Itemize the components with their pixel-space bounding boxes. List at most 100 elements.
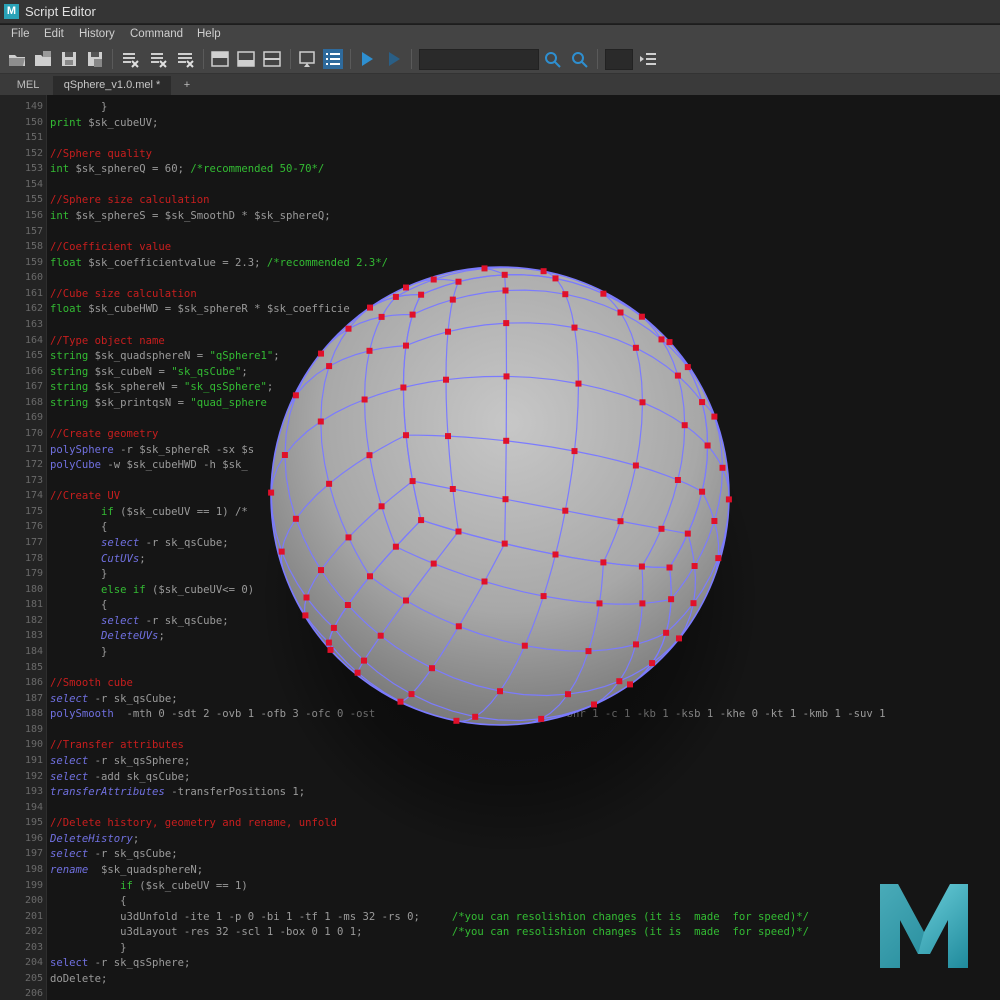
vertex-point — [715, 555, 722, 562]
vertex-point — [562, 291, 569, 298]
vertex-point — [445, 328, 451, 335]
vertex-point — [409, 311, 416, 318]
vertex-point — [455, 623, 462, 630]
vertex-point — [633, 641, 639, 648]
vertex-point — [278, 548, 285, 555]
vertex-point — [627, 681, 633, 688]
vertex-point — [616, 678, 623, 685]
vertex-point — [690, 600, 697, 607]
vertex-point — [449, 486, 456, 492]
vertex-point — [658, 525, 665, 532]
vertex-point — [443, 376, 449, 383]
vertex-point — [366, 347, 373, 354]
vertex-point — [418, 517, 425, 524]
vertex-point — [552, 275, 559, 282]
vertex-point — [326, 363, 333, 370]
vertex-point — [392, 293, 399, 300]
vertex-point — [445, 433, 451, 440]
vertex-point — [344, 602, 351, 608]
vertex-point — [596, 600, 603, 607]
vertex-point — [378, 313, 385, 320]
vertex-point — [571, 448, 578, 455]
vertex-point — [449, 296, 456, 303]
vertex-point — [378, 503, 385, 510]
vertex-point — [719, 464, 726, 471]
vertex-point — [617, 309, 624, 316]
vertex-point — [684, 530, 691, 537]
vertex-point — [292, 515, 299, 522]
vertex-point — [326, 480, 333, 487]
vertex-point — [538, 715, 545, 722]
vertex-point — [666, 564, 673, 571]
vertex-point — [392, 543, 399, 550]
vertex-point — [330, 624, 337, 631]
vertex-point — [430, 276, 437, 283]
vertex-point — [711, 518, 718, 524]
vertex-point — [497, 688, 503, 695]
vertex-point — [430, 560, 437, 567]
vertex-point — [354, 669, 361, 676]
vertex-point — [455, 278, 462, 285]
vertex-point — [600, 290, 607, 297]
vertex-point — [632, 344, 639, 351]
vertex-point — [403, 432, 409, 439]
vertex-point — [540, 593, 547, 600]
vertex-point — [455, 528, 462, 535]
vertex-point — [552, 551, 559, 558]
vertex-point — [403, 284, 409, 291]
vertex-point — [327, 646, 334, 653]
vertex-point — [663, 629, 670, 636]
vertex-point — [699, 488, 706, 495]
vertex-point — [699, 399, 706, 406]
vertex-point — [585, 648, 592, 655]
vertex-point — [361, 657, 367, 664]
vertex-point — [674, 477, 681, 483]
vertex-point — [345, 534, 352, 541]
vertex-point — [345, 325, 352, 332]
vertex-point — [318, 350, 324, 357]
vertex-point — [366, 452, 373, 459]
vertex-point — [472, 713, 479, 720]
vertex-point — [303, 594, 310, 601]
vertex-point — [292, 392, 299, 399]
vertex-point — [317, 418, 324, 425]
vertex-point — [502, 496, 509, 503]
vertex-point — [503, 320, 510, 327]
maya-logo-icon — [880, 884, 968, 968]
vertex-point — [684, 364, 691, 371]
vertex-point — [318, 567, 324, 574]
vertex-point — [676, 635, 682, 642]
vertex-point — [638, 563, 645, 570]
vertex-point — [429, 665, 435, 672]
vertex-point — [503, 437, 510, 444]
vertex-point — [377, 632, 384, 639]
vertex-point — [704, 442, 711, 449]
vertex-point — [453, 717, 460, 724]
vertex-point — [503, 373, 510, 380]
vertex-point — [521, 642, 528, 649]
vertex-point — [571, 324, 578, 331]
vertex-point — [591, 701, 597, 708]
vertex-point — [481, 578, 488, 585]
vertex-point — [400, 384, 407, 391]
vertex-point — [403, 342, 409, 349]
vertex-point — [367, 573, 373, 580]
vertex-point — [302, 612, 309, 619]
vertex-point — [617, 518, 624, 525]
vertex-point — [403, 597, 409, 604]
vertex-point — [501, 540, 508, 547]
vertex-point — [409, 478, 416, 485]
vertex-point — [268, 489, 275, 496]
vertex-point — [562, 507, 569, 514]
vertex-point — [575, 380, 582, 387]
vertex-point — [649, 660, 656, 667]
vertex-point — [600, 559, 607, 566]
vertex-point — [658, 336, 665, 343]
vertex-point — [639, 399, 646, 406]
vertex-point — [481, 265, 488, 272]
vertex-point — [501, 271, 508, 278]
vertex-point — [668, 596, 675, 603]
vertex-point — [397, 698, 404, 705]
vertex-point — [632, 462, 639, 469]
vertex-point — [367, 304, 373, 311]
